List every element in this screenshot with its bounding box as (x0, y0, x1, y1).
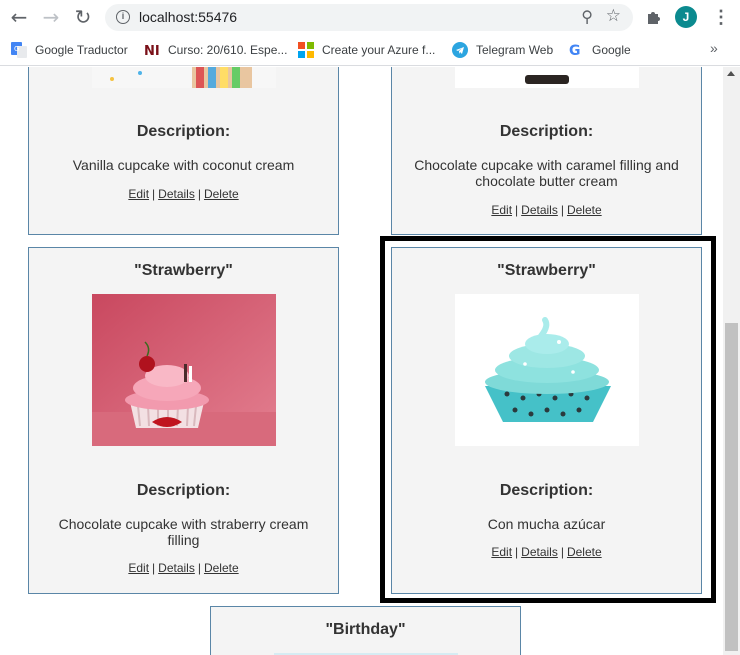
chocolate-cupcake-image (455, 67, 639, 88)
card-actions: Edit | Details | Delete (392, 545, 701, 559)
browser-menu-icon[interactable]: ⋮ (712, 6, 730, 28)
bookmark-google[interactable]: G Google (568, 41, 631, 59)
url-text[interactable]: localhost:55476 (139, 9, 237, 25)
site-info-icon[interactable]: i (116, 10, 130, 24)
product-card: "Strawberry" Description: Con mucha azúc… (391, 247, 702, 594)
reload-icon[interactable]: ↻ (72, 6, 94, 28)
details-link[interactable]: Details (158, 561, 195, 575)
svg-text:G: G (14, 45, 19, 53)
bookmarks-overflow-icon[interactable]: » (710, 40, 718, 56)
card-title: "Strawberry" (134, 262, 233, 279)
delete-link[interactable]: Delete (204, 561, 239, 575)
profile-avatar[interactable]: J (675, 6, 697, 28)
scroll-up-arrow-icon[interactable] (727, 71, 735, 76)
scroll-thumb[interactable] (725, 323, 738, 651)
page-content: Description: Vanilla cupcake with coconu… (0, 67, 723, 655)
description-text: Chocolate cupcake with straberry cream f… (58, 516, 309, 548)
bookmark-label: Google (592, 43, 631, 57)
card-title: "Strawberry" (497, 262, 596, 279)
google-translate-icon: G (11, 42, 27, 58)
telegram-icon (452, 42, 468, 58)
separator: | (197, 187, 201, 201)
separator: | (515, 545, 519, 559)
delete-link[interactable]: Delete (567, 203, 602, 217)
separator: | (560, 545, 564, 559)
bookmark-label: Telegram Web (476, 43, 554, 57)
card-title: "Birthday" (325, 621, 406, 638)
edit-link[interactable]: Edit (491, 545, 512, 559)
product-card: "Birthday" (210, 606, 521, 655)
details-link[interactable]: Details (521, 545, 558, 559)
bookmark-telegram[interactable]: Telegram Web (452, 41, 553, 59)
details-link[interactable]: Details (158, 187, 195, 201)
product-card: "Strawberry" Description: Chocolate cupc… (28, 247, 339, 594)
card-actions: Edit | Details | Delete (29, 187, 338, 201)
description-text: Chocolate cupcake with caramel filling a… (414, 157, 679, 189)
details-link[interactable]: Details (521, 203, 558, 217)
bookmark-curso[interactable]: NI Curso: 20/610. Espe... (144, 41, 287, 59)
product-card: Description: Chocolate cupcake with cara… (391, 67, 702, 235)
bookmark-label: Create your Azure f... (322, 43, 436, 57)
description-heading: Description: (499, 123, 594, 140)
delete-link[interactable]: Delete (204, 187, 239, 201)
description-heading: Description: (499, 482, 594, 499)
bookmarks-bar: G Google Traductor NI Curso: 20/610. Esp… (0, 34, 740, 66)
browser-toolbar: ← → ↻ i localhost:55476 ⚲ ☆ J ⋮ (0, 0, 740, 34)
card-actions: Edit | Details | Delete (392, 203, 701, 217)
description-heading: Description: (136, 482, 231, 499)
card-actions: Edit | Details | Delete (29, 561, 338, 575)
separator: | (515, 203, 519, 217)
separator: | (152, 187, 156, 201)
separator: | (197, 561, 201, 575)
bookmark-label: Curso: 20/610. Espe... (168, 43, 288, 57)
back-arrow-icon[interactable]: ← (8, 6, 30, 28)
bookmark-star-icon[interactable]: ☆ (606, 6, 621, 26)
separator: | (152, 561, 156, 575)
ni-icon: NI (144, 44, 160, 58)
zoom-icon[interactable]: ⚲ (581, 7, 593, 27)
strawberry-cupcake-image (92, 294, 276, 446)
page-scrollbar[interactable] (723, 67, 740, 655)
bookmark-google-translate[interactable]: G Google Traductor (11, 41, 128, 59)
edit-link[interactable]: Edit (491, 203, 512, 217)
teal-cupcake-image (455, 294, 639, 446)
google-icon: G (569, 43, 581, 58)
delete-link[interactable]: Delete (567, 545, 602, 559)
bookmark-label: Google Traductor (35, 43, 128, 57)
product-card: Description: Vanilla cupcake with coconu… (28, 67, 339, 235)
description-heading: Description: (136, 123, 231, 140)
svg-text:NI: NI (144, 44, 160, 58)
address-bar[interactable]: i localhost:55476 ⚲ ☆ (105, 4, 633, 31)
extensions-puzzle-icon[interactable] (645, 8, 663, 26)
microsoft-icon (298, 42, 314, 58)
description-text: Con mucha azúcar (487, 516, 606, 532)
edit-link[interactable]: Edit (128, 187, 149, 201)
forward-arrow-icon[interactable]: → (40, 6, 62, 28)
svg-text:G: G (569, 43, 581, 58)
edit-link[interactable]: Edit (128, 561, 149, 575)
separator: | (560, 203, 564, 217)
bookmark-azure[interactable]: Create your Azure f... (298, 41, 435, 59)
vanilla-cupcake-image (92, 67, 276, 88)
description-text: Vanilla cupcake with coconut cream (72, 157, 295, 173)
